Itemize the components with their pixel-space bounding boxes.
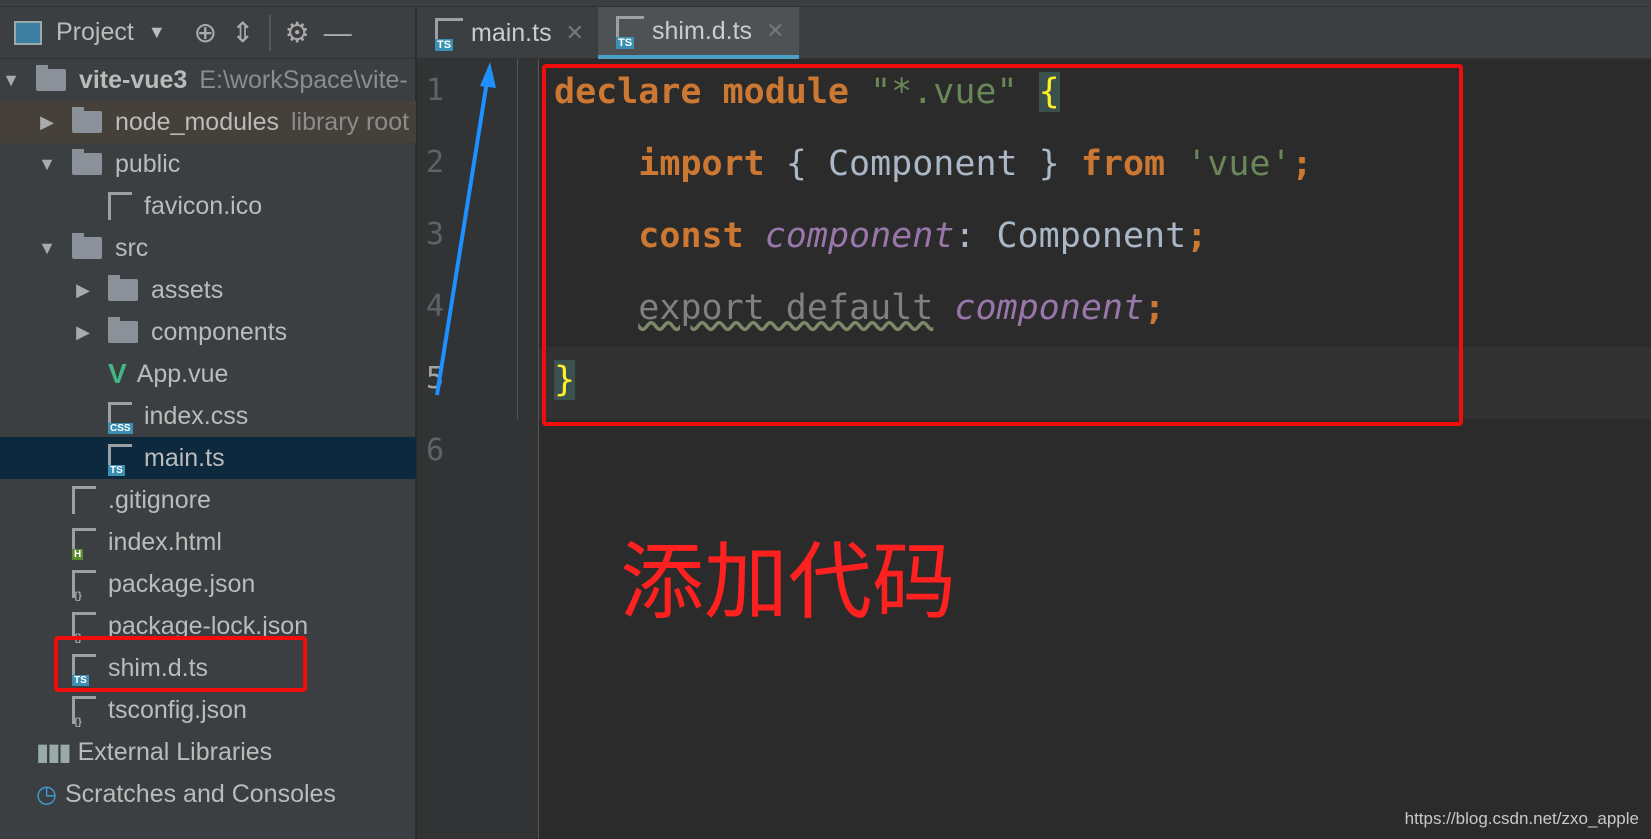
annotation-text: 添加代码 xyxy=(620,533,957,631)
blue-arrow-annotation xyxy=(435,62,496,396)
watermark: https://blog.csdn.net/zxo_apple xyxy=(1404,809,1639,828)
